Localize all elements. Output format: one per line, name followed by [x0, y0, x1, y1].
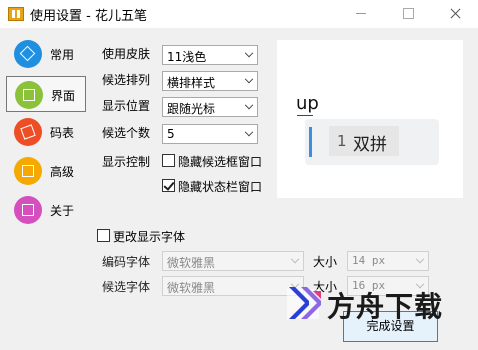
sidebar-item-label: 界面 — [51, 89, 76, 103]
checkbox-box[interactable] — [162, 154, 175, 167]
checkbox-label: 更改显示字体 — [113, 230, 186, 244]
preview-input-underline — [297, 115, 313, 116]
checkbox-label: 隐藏状态栏窗口 — [178, 180, 263, 194]
position-select-value: 跟随光标 — [167, 102, 216, 116]
candidate-font-label: 候选字体 — [102, 280, 151, 294]
candidate-text: 双拼 — [353, 135, 387, 155]
code-font-select-value: 微软雅黑 — [167, 256, 216, 270]
advanced-icon — [14, 157, 42, 185]
skin-label: 使用皮肤 — [102, 47, 151, 61]
count-label: 候选个数 — [102, 126, 151, 140]
sidebar-nav: 常用 界面 码表 高级 关于 — [0, 28, 90, 350]
order-select-value: 横排样式 — [167, 76, 216, 90]
minimize-button[interactable] — [338, 0, 384, 28]
layout-icon — [15, 81, 43, 109]
code-font-select[interactable]: 微软雅黑 — [162, 251, 304, 271]
preview-input-text: up — [296, 93, 319, 114]
chevron-down-icon — [290, 254, 300, 264]
checkbox-box[interactable] — [162, 179, 175, 192]
chevron-down-icon — [415, 254, 425, 264]
sidebar-item-advanced[interactable]: 高级 — [6, 153, 88, 189]
candidate-font-select-value: 微软雅黑 — [167, 281, 216, 295]
sidebar-item-label: 高级 — [50, 165, 75, 179]
candidate-accent-bar — [309, 127, 312, 157]
skin-select[interactable]: 11浅色 — [162, 45, 258, 65]
common-icon — [14, 40, 42, 68]
sidebar-item-label: 常用 — [50, 48, 75, 62]
skin-preview: up 1 双拼 — [277, 40, 463, 198]
sidebar-item-code-table[interactable]: 码表 — [6, 114, 88, 150]
checkbox-box[interactable] — [97, 229, 110, 242]
code-table-icon — [14, 118, 42, 146]
position-select[interactable]: 跟随光标 — [162, 97, 258, 117]
about-icon — [14, 196, 42, 224]
hide-statusbar-window-checkbox[interactable]: 隐藏状态栏窗口 — [162, 178, 267, 194]
watermark-logo-icon — [287, 287, 321, 319]
change-font-checkbox[interactable]: 更改显示字体 — [97, 228, 197, 244]
sidebar-item-about[interactable]: 关于 — [6, 192, 88, 228]
chevron-down-icon — [244, 48, 254, 58]
close-button[interactable] — [432, 0, 478, 28]
chevron-down-icon — [244, 74, 254, 84]
candidate-item: 1 双拼 — [329, 126, 399, 156]
candidate-number: 1 — [337, 132, 347, 150]
chevron-down-icon — [244, 127, 254, 137]
sidebar-item-label: 关于 — [50, 204, 75, 218]
skin-select-value: 11浅色 — [167, 50, 207, 64]
sidebar-item-label: 码表 — [50, 126, 75, 140]
candidate-box: 1 双拼 — [305, 119, 439, 165]
position-label: 显示位置 — [102, 99, 151, 113]
watermark: 方舟下载 — [283, 283, 453, 329]
order-label: 候选排列 — [102, 73, 151, 87]
code-font-size-label: 大小 — [313, 255, 338, 269]
code-font-size-value: 14 px — [352, 254, 386, 267]
display-control-label: 显示控制 — [102, 155, 151, 169]
order-select[interactable]: 横排样式 — [162, 71, 258, 91]
window-title: 使用设置 - 花儿五笔 — [30, 9, 147, 24]
chevron-down-icon — [244, 100, 254, 110]
count-select[interactable]: 5 — [162, 124, 258, 144]
code-font-size-select[interactable]: 14 px — [347, 251, 429, 271]
checkbox-label: 隐藏候选框窗口 — [178, 155, 263, 169]
hide-candidate-window-checkbox[interactable]: 隐藏候选框窗口 — [162, 153, 267, 169]
count-select-value: 5 — [167, 127, 175, 141]
maximize-button[interactable] — [385, 0, 431, 28]
code-font-label: 编码字体 — [102, 255, 151, 269]
sidebar-item-common[interactable]: 常用 — [6, 36, 88, 72]
app-icon — [8, 7, 24, 21]
sidebar-item-layout[interactable]: 界面 — [6, 76, 86, 112]
watermark-text: 方舟下载 — [327, 290, 444, 323]
title-bar: 使用设置 - 花儿五笔 — [0, 0, 478, 28]
